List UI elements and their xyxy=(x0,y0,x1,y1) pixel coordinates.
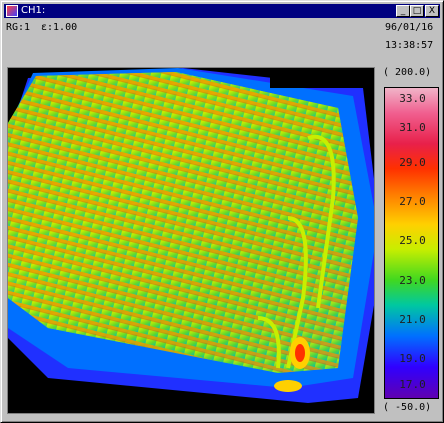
scale-tick: 29.0 xyxy=(399,156,426,169)
scale-tick: 23.0 xyxy=(399,274,426,287)
minimize-button[interactable]: _ xyxy=(396,5,410,17)
scale-tick: 33.0 xyxy=(399,92,426,105)
window-title: CH1: xyxy=(21,5,46,16)
scale-tick: 27.0 xyxy=(399,195,426,208)
scale-tick: 31.0 xyxy=(399,121,426,134)
scale-min-label: ( -50.0) xyxy=(383,402,432,413)
close-button[interactable]: X xyxy=(425,5,439,17)
thermal-image-graphic xyxy=(8,68,374,413)
date-label: 96/01/16 xyxy=(385,22,434,33)
maximize-button[interactable]: □ xyxy=(410,5,424,17)
scale-tick: 21.0 xyxy=(399,313,426,326)
temperature-color-scale: 33.0 31.0 29.0 27.0 25.0 23.0 21.0 19.0 … xyxy=(384,87,439,399)
app-icon[interactable] xyxy=(6,5,18,17)
scale-tick: 17.0 xyxy=(399,378,426,391)
scale-tick: 19.0 xyxy=(399,352,426,365)
thermal-image[interactable] xyxy=(7,67,375,414)
range-label: RG:1 xyxy=(6,22,31,33)
scale-tick: 25.0 xyxy=(399,234,426,247)
scale-max-label: ( 200.0) xyxy=(383,67,432,78)
time-label: 13:38:57 xyxy=(385,40,434,51)
emissivity-label: ε:1.00 xyxy=(41,22,78,33)
app-window: CH1: _ □ X RG:1 ε:1.00 96/01/16 13:38:57 xyxy=(0,0,444,423)
title-bar[interactable]: CH1: _ □ X xyxy=(4,4,440,18)
